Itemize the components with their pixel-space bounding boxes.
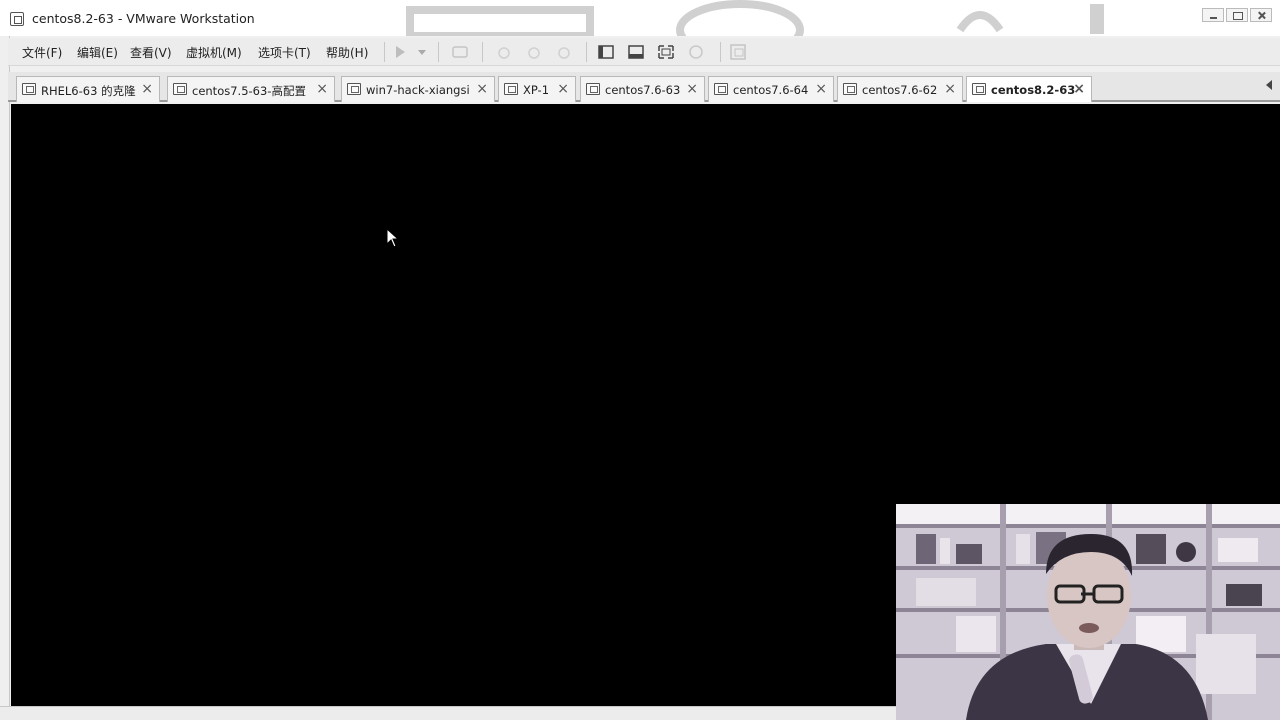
tab-close-icon[interactable]: × [944,81,956,97]
vm-tab[interactable]: XP-1 × [498,76,576,102]
window-controls [1202,8,1272,22]
vm-icon [586,83,600,95]
menu-edit[interactable]: 编辑(E) [77,44,118,61]
console-view-icon[interactable] [596,43,616,61]
vm-tab-bar: RHEL6-63 的克隆 × centos7.5-63-高配置 × win7-h… [8,72,1280,102]
vm-tab-active[interactable]: centos8.2-63 × [966,76,1092,102]
vm-icon [173,83,187,95]
presenter-webcam-image [896,504,1280,720]
toolbar-separator [586,42,587,62]
vm-tab-label: RHEL6-63 的克隆 [41,84,136,98]
library-icon[interactable] [728,43,748,61]
vm-tab-label: centos7.6-62 [862,83,938,97]
send-keys-icon[interactable] [450,43,470,61]
menu-toolbar: 文件(F) 编辑(E) 查看(V) 虚拟机(M) 选项卡(T) 帮助(H) [8,38,1280,66]
tab-close-icon[interactable]: × [686,81,698,97]
vm-tab[interactable]: centos7.6-64 × [708,76,834,102]
toolbar-separator [438,42,439,62]
unity-view-icon[interactable] [626,43,646,61]
manage-snapshots-icon[interactable] [554,43,574,61]
menu-vm[interactable]: 虚拟机(M) [186,44,242,61]
dropdown-arrow-icon[interactable] [412,43,432,61]
vm-tab[interactable]: centos7.6-63 × [580,76,705,102]
vm-tab[interactable]: win7-hack-xiangsi × [341,76,495,102]
toolbar-separator [384,42,385,62]
minimize-button[interactable] [1202,8,1224,22]
vm-icon [972,83,986,95]
vmware-app-icon [10,12,24,26]
title-bar-background-decoration [406,0,1104,36]
vm-tab[interactable]: RHEL6-63 的克隆 × [16,76,160,102]
vm-tab-label: XP-1 [523,83,550,97]
toolbar-separator [720,42,721,62]
fullscreen-icon[interactable] [656,43,676,61]
menu-view[interactable]: 查看(V) [130,44,172,61]
mouse-pointer-icon [386,228,400,248]
menu-help[interactable]: 帮助(H) [326,44,368,61]
vm-tab-label: centos7.6-63 [605,83,681,97]
vm-tab-label: centos8.2-63 [991,83,1076,97]
vm-tab-label: centos7.5-63-高配置 [192,84,306,98]
tab-close-icon[interactable]: × [316,81,328,97]
tab-close-icon[interactable]: × [141,81,153,97]
left-window-border [0,36,10,720]
vm-icon [22,83,36,95]
thumbnail-icon[interactable] [686,43,706,61]
revert-snapshot-icon[interactable] [524,43,544,61]
play-icon[interactable] [390,43,410,61]
title-bar: centos8.2-63 - VMware Workstation [0,0,1280,36]
tab-close-icon[interactable]: × [557,81,569,97]
vm-tab-label: win7-hack-xiangsi [366,83,470,97]
vm-tab[interactable]: centos7.5-63-高配置 × [167,76,335,102]
menu-file[interactable]: 文件(F) [22,44,62,61]
tab-close-icon[interactable]: × [1073,81,1085,97]
vm-tab[interactable]: centos7.6-62 × [837,76,963,102]
toolbar-separator [482,42,483,62]
vm-icon [504,83,518,95]
tab-close-icon[interactable]: × [815,81,827,97]
window-title: centos8.2-63 - VMware Workstation [32,11,255,26]
maximize-button[interactable] [1226,8,1248,22]
snapshot-icon[interactable] [494,43,514,61]
vm-icon [843,83,857,95]
menu-tabs[interactable]: 选项卡(T) [258,44,311,61]
vm-tab-label: centos7.6-64 [733,83,809,97]
tab-scroll-left-icon[interactable] [1266,80,1272,90]
presenter-webcam-overlay [896,504,1280,720]
tab-close-icon[interactable]: × [476,81,488,97]
vm-icon [714,83,728,95]
vm-icon [347,83,361,95]
close-window-button[interactable] [1250,8,1272,22]
